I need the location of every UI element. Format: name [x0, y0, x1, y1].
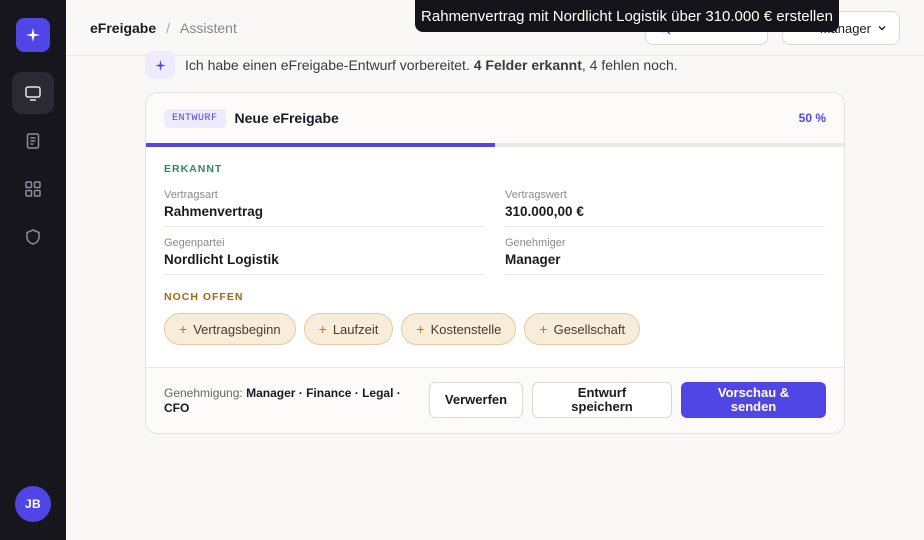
assistant-avatar — [145, 51, 175, 79]
status-badge: ENTWURF — [164, 108, 226, 128]
preview-send-button[interactable]: Vorschau & senden — [681, 382, 826, 418]
field-value: 310.000,00 € — [505, 204, 584, 219]
plus-icon: + — [179, 321, 188, 337]
plus-icon: + — [539, 321, 548, 337]
message-prefix: Ich habe einen eFreigabe-Entwurf vorbere… — [185, 57, 470, 73]
document-icon — [26, 133, 40, 149]
field-counterparty[interactable]: Gegenpartei Nordlicht Logistik — [164, 227, 484, 275]
message-suffix: , 4 fehlen noch. — [581, 57, 678, 73]
field-contract-value[interactable]: Vertragswert 310.000,00 € — [505, 179, 825, 227]
user-avatar[interactable]: JB — [15, 486, 51, 522]
app-logo[interactable] — [16, 18, 50, 52]
progress-bar — [146, 143, 844, 147]
prompt-tooltip: Rahmenvertrag mit Nordlicht Logistik übe… — [415, 0, 839, 32]
recognized-section: ERKANNT Vertragsart Rahmenvertrag Vertra… — [146, 163, 844, 275]
sparkle-icon — [154, 59, 166, 71]
field-approver[interactable]: Genehmiger Manager — [505, 227, 825, 275]
add-start-date-chip[interactable]: + Vertragsbeginn — [164, 313, 296, 345]
field-value: Rahmenvertrag — [164, 204, 264, 219]
message-recognized: 4 Felder erkannt — [473, 57, 582, 73]
field-value: Nordlicht Logistik — [164, 252, 279, 267]
add-term-chip[interactable]: + Laufzeit — [303, 313, 394, 345]
add-cost-center-chip[interactable]: + Kostenstelle — [401, 313, 517, 345]
field-label: Vertragswert — [505, 189, 567, 201]
monitor-icon — [25, 86, 41, 101]
nav-item-assistant[interactable] — [12, 72, 54, 114]
breadcrumb-separator: / — [166, 20, 171, 36]
field-label: Genehmiger — [505, 237, 566, 249]
field-contract-type[interactable]: Vertragsart Rahmenvertrag — [164, 179, 484, 227]
plus-icon: + — [318, 321, 327, 337]
breadcrumb-page: Assistent — [180, 20, 237, 36]
progress-fill — [146, 143, 495, 147]
shield-icon — [26, 229, 40, 245]
approval-chain: Genehmigung: Manager · Finance · Legal ·… — [164, 386, 404, 416]
grid-icon — [25, 181, 41, 197]
field-grid: Vertragsart Rahmenvertrag Vertragswert 3… — [164, 179, 826, 275]
chip-label: Laufzeit — [332, 321, 379, 337]
breadcrumb: eFreigabe / Assistent — [90, 20, 237, 36]
sidebar-rail: JB — [0, 0, 66, 540]
chevron-down-icon — [878, 26, 886, 31]
recognized-label: ERKANNT — [164, 163, 223, 175]
assistant-message-text: Ich habe einen eFreigabe-Entwurf vorbere… — [185, 57, 678, 73]
assistant-message: Ich habe einen eFreigabe-Entwurf vorbere… — [145, 51, 678, 79]
field-label: Gegenpartei — [164, 237, 225, 249]
nav-item-overview[interactable] — [12, 168, 54, 210]
open-field-chips: + Vertragsbeginn + Laufzeit + Kostenstelle … — [164, 313, 826, 345]
open-section: NOCH OFFEN + Vertragsbeginn + Laufzeit + Ko… — [146, 291, 844, 345]
approval-prefix: Genehmigung: — [164, 385, 243, 400]
discard-button[interactable]: Verwerfen — [429, 382, 523, 418]
nav-item-security[interactable] — [12, 216, 54, 258]
card-footer: Genehmigung: Manager · Finance · Legal ·… — [146, 367, 844, 433]
save-draft-button[interactable]: Entwurf speichern — [532, 382, 672, 418]
field-label: Vertragsart — [164, 189, 218, 201]
chip-label: Kostenstelle — [430, 321, 502, 337]
chip-label: Vertragsbeginn — [193, 321, 281, 337]
breadcrumb-app[interactable]: eFreigabe — [90, 20, 156, 36]
card-title: Neue eFreigabe — [234, 110, 339, 126]
add-company-chip[interactable]: + Gesellschaft — [524, 313, 641, 345]
plus-icon: + — [416, 321, 425, 337]
open-label: NOCH OFFEN — [164, 291, 244, 303]
nav-item-documents[interactable] — [12, 120, 54, 162]
chip-label: Gesellschaft — [553, 321, 626, 337]
card-header: ENTWURF Neue eFreigabe 50 % — [146, 93, 844, 143]
field-value: Manager — [505, 252, 561, 267]
sparkle-icon — [26, 28, 40, 42]
draft-card: ENTWURF Neue eFreigabe 50 % ERKANNT Vert… — [145, 92, 845, 434]
progress-percent: 50 % — [798, 111, 826, 125]
